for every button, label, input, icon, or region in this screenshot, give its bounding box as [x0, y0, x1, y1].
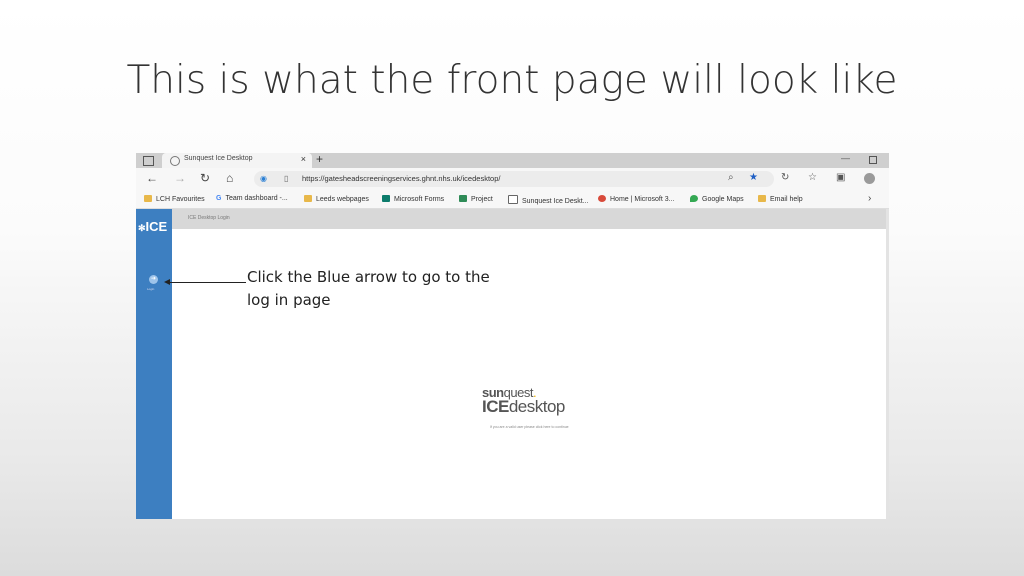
- favorite-star-icon[interactable]: ★: [749, 172, 758, 183]
- bookmark-item[interactable]: G Team dashboard -...: [216, 195, 288, 202]
- microsoft-icon: [598, 195, 606, 202]
- bookmarks-bar: LCH Favourites G Team dashboard -... Leed…: [136, 190, 889, 209]
- forms-icon: [382, 195, 390, 202]
- ice-logo: ✻ICE: [138, 219, 168, 234]
- url-input[interactable]: ◉ ▯ https://gatesheadscreeningservices.g…: [254, 171, 774, 187]
- tab-title: Sunquest Ice Desktop: [184, 155, 253, 162]
- browser-tab[interactable]: Sunquest Ice Desktop ×: [162, 153, 312, 168]
- profile-avatar[interactable]: [864, 173, 875, 184]
- ice-page: ✻ICE ➜ Login ICE Desktop Login sunquest.…: [136, 209, 889, 519]
- refresh-icon[interactable]: ↻: [200, 171, 210, 185]
- favorites-icon[interactable]: ☆: [808, 172, 817, 183]
- bookmark-item[interactable]: Microsoft Forms: [382, 195, 444, 203]
- edge-icon: ◉: [260, 174, 267, 183]
- address-bar: ← → ↻ ⌂ ◉ ▯ https://gatesheadscreeningse…: [136, 168, 889, 190]
- folder-icon: [304, 195, 312, 202]
- bookmark-item[interactable]: LCH Favourites: [144, 195, 205, 203]
- logo-snowflake-icon: ✻: [138, 223, 146, 233]
- url-text: https://gatesheadscreeningservices.ghnt.…: [302, 174, 501, 183]
- tab-favicon-icon: [170, 156, 180, 166]
- slide-title: This is what the front page will look li…: [126, 58, 898, 103]
- page-icon: [508, 195, 518, 204]
- tab-actions-icon[interactable]: [143, 156, 154, 166]
- bookmark-item[interactable]: Google Maps: [690, 195, 744, 203]
- tab-bar: Sunquest Ice Desktop × + —: [136, 153, 889, 168]
- bookmark-item[interactable]: Sunquest Ice Deskt...: [508, 195, 589, 205]
- refresh-page-icon[interactable]: ↻: [781, 172, 789, 183]
- ice-sidebar: ✻ICE ➜ Login: [136, 209, 172, 519]
- sunquest-ice-desktop-logo: sunquest. ICEdesktop: [482, 385, 565, 416]
- ice-header-strip: ICE Desktop Login: [172, 209, 886, 229]
- annotation-arrowhead-icon: [164, 279, 170, 285]
- new-tab-button[interactable]: +: [316, 153, 323, 166]
- folder-icon: [144, 195, 152, 202]
- tab-close-icon[interactable]: ×: [301, 154, 306, 164]
- collections-icon[interactable]: ▣: [836, 172, 845, 183]
- back-icon[interactable]: ←: [146, 171, 158, 185]
- bookmark-item[interactable]: Home | Microsoft 3...: [598, 195, 674, 203]
- chevron-right-icon[interactable]: ›: [868, 193, 871, 204]
- annotation-arrow-line: [168, 282, 246, 283]
- google-icon: G: [216, 195, 222, 202]
- page-scrollbar[interactable]: [886, 209, 889, 519]
- bookmark-item[interactable]: Project: [459, 195, 493, 203]
- zoom-icon[interactable]: ⌕: [728, 172, 734, 183]
- minimize-icon[interactable]: —: [841, 153, 850, 163]
- bookmark-item[interactable]: Leeds webpages: [304, 195, 369, 203]
- bookmark-item[interactable]: Email help: [758, 195, 803, 203]
- blue-arrow-login-button[interactable]: ➜: [149, 275, 158, 284]
- home-icon[interactable]: ⌂: [226, 171, 233, 185]
- login-button-label: Login: [147, 287, 155, 291]
- project-icon: [459, 195, 467, 202]
- maximize-icon[interactable]: [869, 156, 877, 164]
- header-text: ICE Desktop Login: [188, 215, 230, 221]
- annotation-text: Click the Blue arrow to go to the log in…: [247, 268, 490, 309]
- lock-icon: ▯: [284, 174, 289, 183]
- continue-link[interactable]: If you are a valid user please click her…: [490, 425, 569, 429]
- forward-icon[interactable]: →: [174, 171, 186, 185]
- maps-pin-icon: [690, 195, 698, 202]
- folder-icon: [758, 195, 766, 202]
- browser-screenshot: Sunquest Ice Desktop × + — ← → ↻ ⌂ ◉ ▯ h…: [136, 153, 889, 519]
